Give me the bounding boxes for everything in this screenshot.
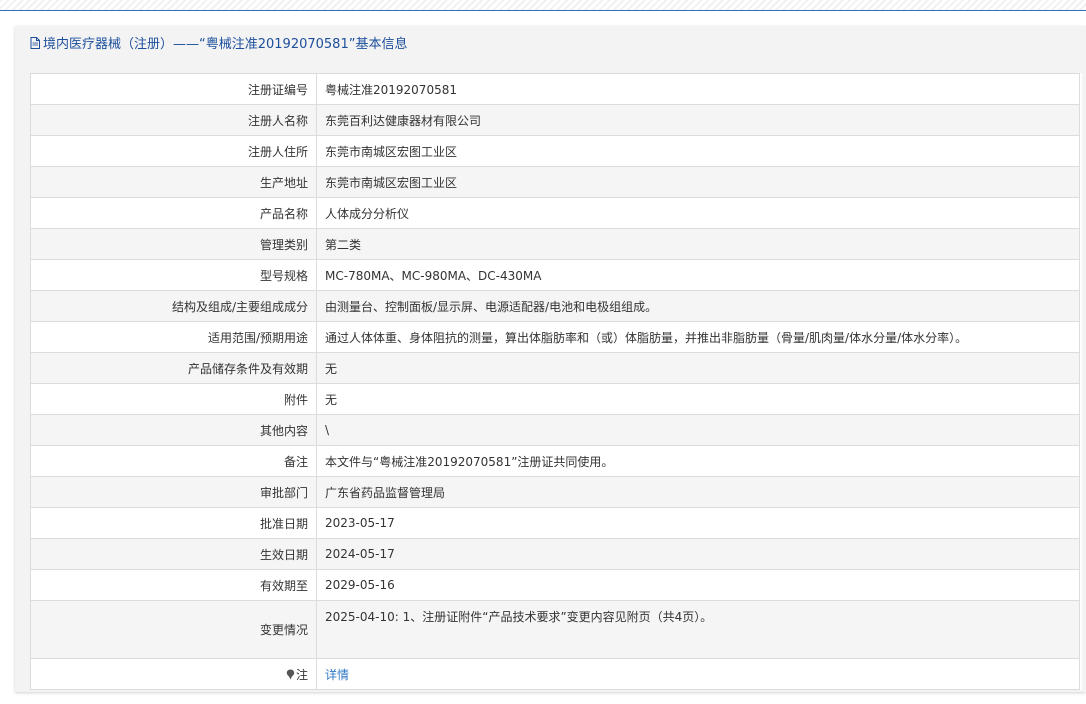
field-value: 2025-04-10: 1、注册证附件“产品技术要求”变更内容见附页（共4页）。: [316, 600, 1080, 659]
field-value: 无: [316, 352, 1080, 384]
field-label: 备注: [30, 445, 317, 477]
table-row: 有效期至 2029-05-16: [30, 569, 1080, 601]
field-value: 2024-05-17: [316, 538, 1080, 570]
field-value: \: [316, 414, 1080, 446]
table-row: 产品名称 人体成分分析仪: [30, 197, 1080, 229]
field-label: 结构及组成/主要组成成分: [30, 290, 317, 322]
table-row: 生效日期 2024-05-17: [30, 538, 1080, 570]
panel-title: 境内医疗器械（注册）——“粤械注准20192070581”基本信息: [30, 33, 407, 57]
field-value: 无: [316, 383, 1080, 415]
table-row: 注册人名称 东莞百利达健康器材有限公司: [30, 104, 1080, 136]
detail-table-wrapper: 注册证编号 粤械注准20192070581 注册人名称 东莞百利达健康器材有限公…: [30, 73, 1082, 690]
table-row: 备注 本文件与“粤械注准20192070581”注册证共同使用。: [30, 445, 1080, 477]
field-value: 第二类: [316, 228, 1080, 260]
table-row: 生产地址 东莞市南城区宏图工业区: [30, 166, 1080, 198]
panel-title-text: 境内医疗器械（注册）——“粤械注准20192070581”基本信息: [43, 37, 408, 52]
field-value: 由测量台、控制面板/显示屏、电源适配器/电池和电极组组成。: [316, 290, 1080, 322]
field-label: 变更情况: [30, 600, 317, 659]
field-value: MC-780MA、MC-980MA、DC-430MA: [316, 259, 1080, 291]
field-label: 注册人住所: [30, 135, 317, 167]
top-divider: [0, 0, 1086, 11]
detail-table: 注册证编号 粤械注准20192070581 注册人名称 东莞百利达健康器材有限公…: [30, 73, 1080, 690]
field-label: 生产地址: [30, 166, 317, 198]
table-row: 产品储存条件及有效期 无: [30, 352, 1080, 384]
table-row: 附件 无: [30, 383, 1080, 415]
field-value: 东莞市南城区宏图工业区: [316, 166, 1080, 198]
table-row: 其他内容 \: [30, 414, 1080, 446]
table-row: 注册人住所 东莞市南城区宏图工业区: [30, 135, 1080, 167]
document-icon: [30, 37, 40, 49]
pin-icon: [286, 669, 295, 679]
field-value: 广东省药品监督管理局: [316, 476, 1080, 508]
table-row: 批准日期 2023-05-17: [30, 507, 1080, 539]
field-value: 2029-05-16: [316, 569, 1080, 601]
field-label: 批准日期: [30, 507, 317, 539]
note-label: 注: [30, 658, 317, 690]
field-label: 有效期至: [30, 569, 317, 601]
field-value: 通过人体体重、身体阻抗的测量，算出体脂肪率和（或）体脂肪量，并推出非脂肪量（骨量…: [316, 321, 1080, 353]
field-value: 粤械注准20192070581: [316, 73, 1080, 105]
field-label: 管理类别: [30, 228, 317, 260]
field-value: 人体成分分析仪: [316, 197, 1080, 229]
field-label: 审批部门: [30, 476, 317, 508]
table-row: 适用范围/预期用途 通过人体体重、身体阻抗的测量，算出体脂肪率和（或）体脂肪量，…: [30, 321, 1080, 353]
field-label: 型号规格: [30, 259, 317, 291]
field-label: 产品名称: [30, 197, 317, 229]
field-label: 注册证编号: [30, 73, 317, 105]
field-label: 附件: [30, 383, 317, 415]
field-label: 其他内容: [30, 414, 317, 446]
field-label: 适用范围/预期用途: [30, 321, 317, 353]
table-row: 型号规格 MC-780MA、MC-980MA、DC-430MA: [30, 259, 1080, 291]
field-value: 东莞市南城区宏图工业区: [316, 135, 1080, 167]
field-label: 产品储存条件及有效期: [30, 352, 317, 384]
note-row: 注 详情: [30, 658, 1080, 690]
field-label: 生效日期: [30, 538, 317, 570]
details-link[interactable]: 详情: [325, 668, 349, 682]
field-label: 注册人名称: [30, 104, 317, 136]
note-label-text: 注: [295, 667, 308, 682]
field-value: 2023-05-17: [316, 507, 1080, 539]
info-panel: 境内医疗器械（注册）——“粤械注准20192070581”基本信息 注册证编号 …: [15, 26, 1086, 692]
field-value: 本文件与“粤械注准20192070581”注册证共同使用。: [316, 445, 1080, 477]
table-row: 变更情况 2025-04-10: 1、注册证附件“产品技术要求”变更内容见附页（…: [30, 600, 1080, 659]
table-row: 结构及组成/主要组成成分 由测量台、控制面板/显示屏、电源适配器/电池和电极组组…: [30, 290, 1080, 322]
table-row: 管理类别 第二类: [30, 228, 1080, 260]
table-row: 审批部门 广东省药品监督管理局: [30, 476, 1080, 508]
field-value: 东莞百利达健康器材有限公司: [316, 104, 1080, 136]
note-value: 详情: [316, 658, 1080, 690]
table-row: 注册证编号 粤械注准20192070581: [30, 73, 1080, 105]
